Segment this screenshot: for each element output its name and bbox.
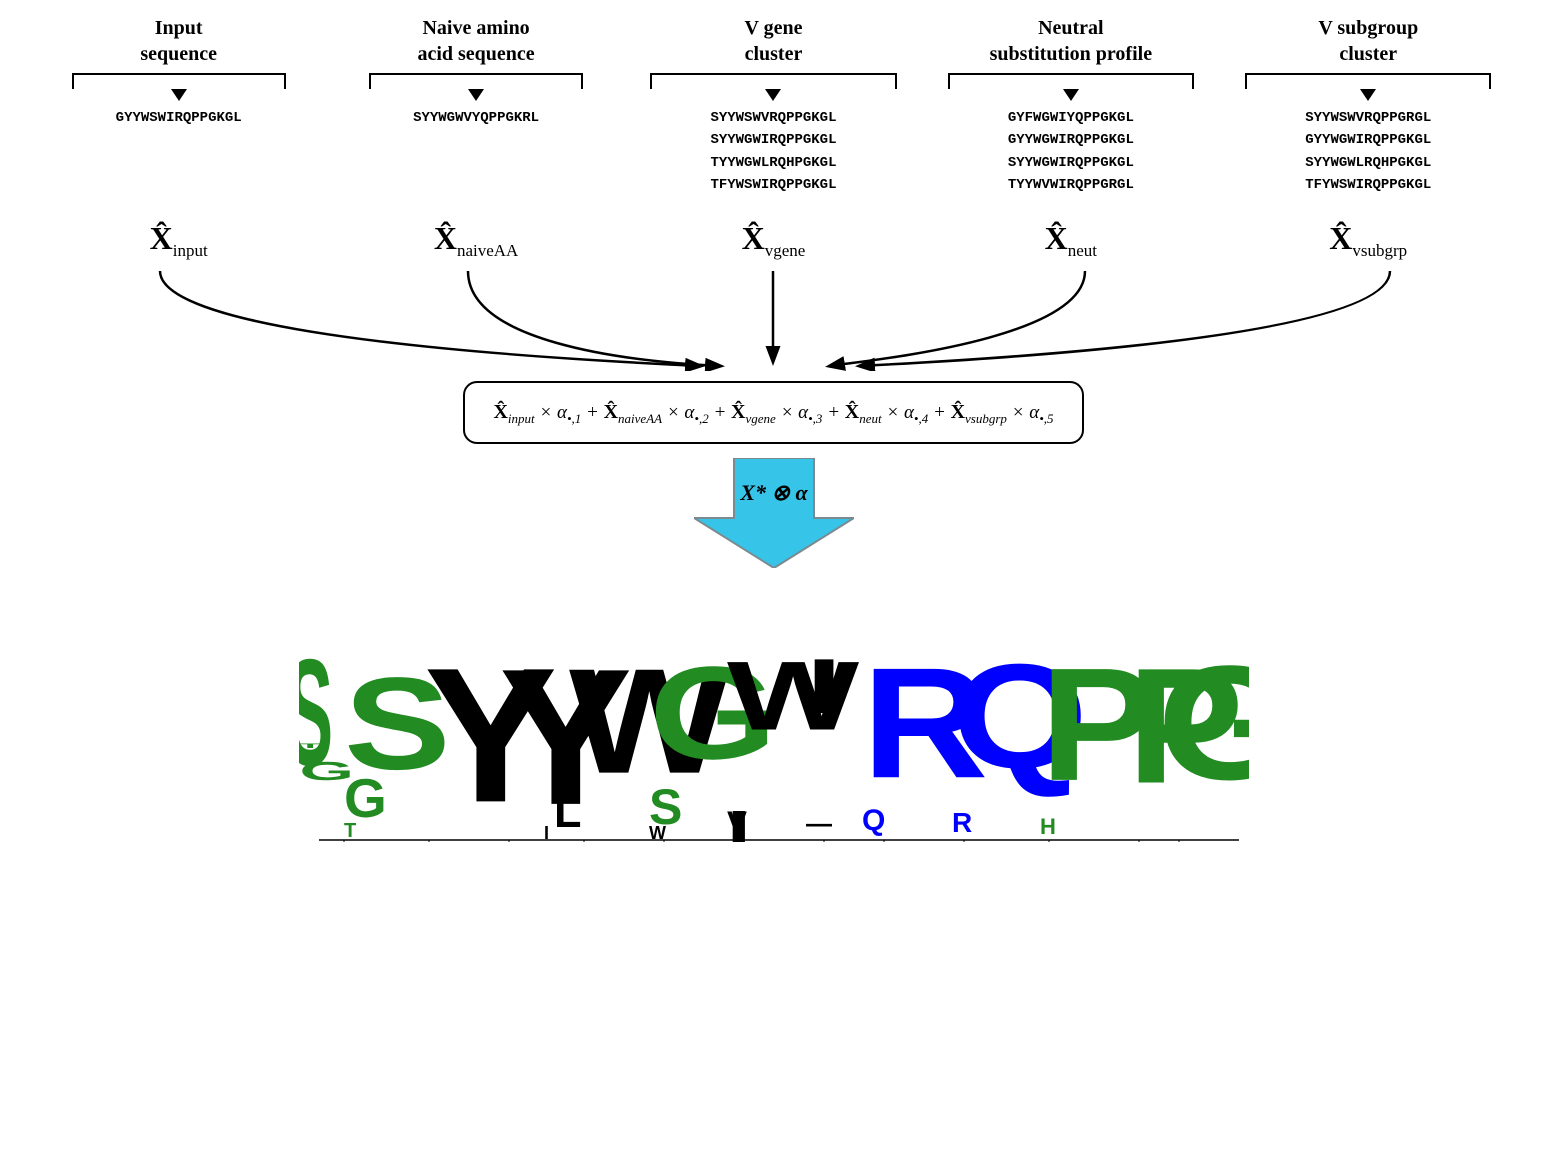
- column-vsubgrp: V subgroup cluster SYYWSWVRQPPGRGL GYYWG…: [1234, 15, 1502, 197]
- svg-text:I: I: [806, 643, 842, 730]
- var-col-input: X̂input: [45, 219, 313, 261]
- column-naive-aa: Naive amino acid sequence SYYWGWVYQPPGKR…: [342, 15, 610, 197]
- col-header-input: Input sequence: [140, 15, 217, 67]
- var-input: X̂input: [150, 219, 208, 261]
- var-neut: X̂neut: [1045, 219, 1097, 261]
- variables-section: X̂input X̂naiveAA X̂vgene X̂neut X̂vsubg…: [0, 219, 1547, 261]
- svg-text:H: H: [1040, 814, 1056, 839]
- bracket-naive: [369, 73, 583, 89]
- svg-text:Q: Q: [862, 804, 885, 837]
- bracket-vgene: [650, 73, 896, 89]
- col-header-naive: Naive amino acid sequence: [417, 15, 534, 67]
- seq-list-input: GYYWSWIRQPPGKGL: [116, 107, 242, 129]
- sequence-logo: S G T S G T Y Y: [299, 572, 1249, 842]
- column-neutral: Neutral substitution profile GYFWGWIYQPP…: [937, 15, 1205, 197]
- svg-text:—: —: [806, 808, 832, 838]
- var-col-vgene: X̂vgene: [640, 219, 908, 261]
- svg-text:L: L: [554, 786, 582, 837]
- svg-text:V: V: [727, 806, 747, 839]
- col-header-neutral: Neutral substitution profile: [990, 15, 1152, 67]
- logo-section: S G T S G T Y Y: [0, 572, 1547, 842]
- seq-list-naive: SYYWGWVYQPPGKRL: [413, 107, 539, 129]
- svg-text:I: I: [544, 823, 549, 842]
- col-header-vsubgrp: V subgroup cluster: [1318, 15, 1418, 67]
- formula-section: X̂input × α•,1 + X̂naiveAA × α•,2 + X̂vg…: [0, 381, 1547, 444]
- formula-box: X̂input × α•,1 + X̂naiveAA × α•,2 + X̂vg…: [463, 381, 1083, 444]
- column-input-seq: Input sequence GYYWSWIRQPPGKGL: [45, 15, 313, 197]
- var-vsubgrp: X̂vsubgrp: [1329, 219, 1407, 261]
- column-vgene: V gene cluster SYYWSWVRQPPGKGL SYYWGWIRQ…: [640, 15, 908, 197]
- bracket-input: [72, 73, 286, 89]
- big-blue-arrow: X* ⊗ α: [694, 458, 854, 568]
- bracket-neutral: [948, 73, 1194, 89]
- col-header-vgene: V gene cluster: [744, 15, 802, 67]
- diagram-container: Input sequence GYYWSWIRQPPGKGL Naive ami…: [0, 0, 1547, 1153]
- top-section: Input sequence GYYWSWIRQPPGKGL Naive ami…: [0, 5, 1547, 197]
- svg-text:T: T: [299, 743, 323, 750]
- seq-list-neutral: GYFWGWIYQPPGKGL GYYWGWIRQPPGKGL SYYWGWIR…: [1008, 107, 1134, 197]
- var-vgene: X̂vgene: [742, 219, 806, 261]
- var-col-neut: X̂neut: [937, 219, 1205, 261]
- svg-text:T: T: [344, 820, 356, 842]
- bracket-vsubgrp: [1245, 73, 1491, 89]
- var-naive: X̂naiveAA: [434, 219, 518, 261]
- seq-list-vgene: SYYWSWVRQPPGKGL SYYWGWIRQPPGKGL TYYWGWLR…: [710, 107, 836, 197]
- svg-text:W: W: [649, 823, 666, 842]
- var-col-naive: X̂naiveAA: [342, 219, 610, 261]
- svg-text:G: G: [1157, 632, 1249, 814]
- var-col-vsubgrp: X̂vsubgrp: [1234, 219, 1502, 261]
- sequence-logo-svg: S G T S G T Y Y: [299, 572, 1249, 842]
- arrows-svg: [0, 261, 1547, 371]
- svg-text:X* ⊗ α: X* ⊗ α: [739, 480, 808, 505]
- blue-arrow-svg: X* ⊗ α: [694, 458, 854, 568]
- svg-text:R: R: [952, 807, 972, 838]
- big-arrow-section: X* ⊗ α: [694, 458, 854, 568]
- seq-list-vsubgrp: SYYWSWVRQPPGRGL GYYWGWIRQPPGKGL SYYWGWLR…: [1305, 107, 1431, 197]
- arrows-section: [0, 261, 1547, 371]
